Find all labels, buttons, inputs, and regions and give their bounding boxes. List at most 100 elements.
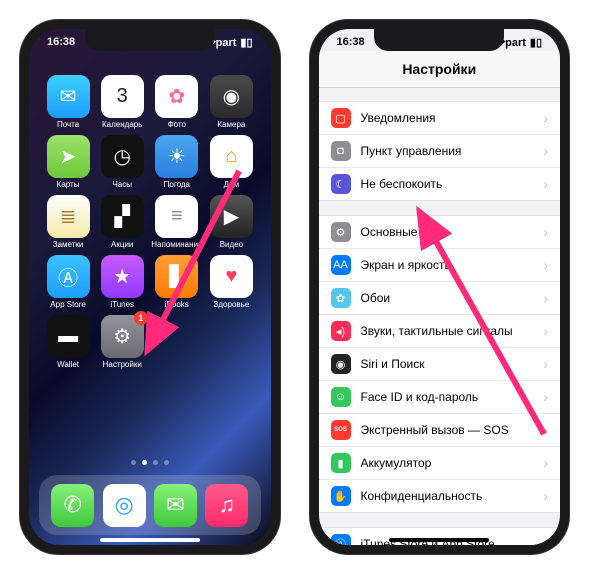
app-App Store[interactable]: ⒶApp Store [43, 255, 93, 309]
dock-phone[interactable]: ✆ [51, 484, 94, 527]
app-Настройки[interactable]: ⚙1Настройки [97, 315, 147, 369]
row-icon: ☾ [331, 174, 351, 194]
chevron-right-icon: › [543, 356, 548, 372]
app-label: Заметки [53, 240, 84, 249]
chevron-right-icon: › [543, 389, 548, 405]
chevron-right-icon: › [543, 110, 548, 126]
chevron-right-icon: › [543, 488, 548, 504]
app-label: Часы [112, 180, 132, 189]
row-icon: ◂) [331, 321, 351, 341]
chevron-right-icon: › [543, 536, 548, 545]
chevron-right-icon: › [543, 143, 548, 159]
row-icon: ✋ [331, 486, 351, 506]
app-Карты[interactable]: ➤Карты [43, 135, 93, 189]
app-Почта[interactable]: ✉Почта [43, 75, 93, 129]
row-icon: ☺ [331, 387, 351, 407]
app-label: Напоминания [151, 240, 202, 249]
app-icon: ☀ [155, 135, 198, 178]
settings-row-Звуки, тактильные сигналы[interactable]: ◂)Звуки, тактильные сигналы› [319, 315, 561, 348]
chevron-right-icon: › [543, 224, 548, 240]
app-Видео[interactable]: ▶Видео [206, 195, 256, 249]
app-icon: ➤ [47, 135, 90, 178]
row-icon: ▢ [331, 108, 351, 128]
app-label: Погода [164, 180, 190, 189]
app-label: Календарь [102, 120, 142, 129]
row-icon: Ⓐ [331, 534, 351, 545]
row-icon: ✿ [331, 288, 351, 308]
app-icon: ♥ [210, 255, 253, 298]
settings-row-Siri и Поиск[interactable]: ◉ Siri и Поиск› [319, 348, 561, 381]
dock-music[interactable]: ♫ [205, 484, 248, 527]
battery-icon: ▮▯ [530, 36, 542, 49]
app-icon: ≡ [155, 195, 198, 238]
settings-row-iTunes Store и App Store[interactable]: ⒶiTunes Store и App Store› [319, 528, 561, 545]
app-icon: 3 [101, 75, 144, 118]
dock: ✆◎✉♫ [39, 475, 261, 535]
app-Календарь[interactable]: 3 Календарь [97, 75, 147, 129]
home-indicator[interactable] [389, 538, 489, 542]
chevron-right-icon: › [543, 290, 548, 306]
app-label: Дом [224, 180, 239, 189]
app-iTunes[interactable]: ★iTunes [97, 255, 147, 309]
app-Wallet[interactable]: ▬Wallet [43, 315, 93, 369]
page-dots[interactable] [131, 460, 169, 465]
app-grid: ✉Почта3 Календарь ✿Фото◉ Камера ➤Карты◷ Часы ☀… [29, 65, 271, 369]
app-icon: ★ [101, 255, 144, 298]
row-icon: ▮ [331, 453, 351, 473]
app-Акции[interactable]: ▞Акции [97, 195, 147, 249]
settings-list[interactable]: ▢Уведомления›◘Пункт управления›☾Не беспо… [319, 87, 561, 545]
app-Камера[interactable]: ◉ Камера [206, 75, 256, 129]
settings-row-Face ID и код-пароль[interactable]: ☺Face ID и код-пароль› [319, 381, 561, 414]
settings-row-Конфиденциальность[interactable]: ✋ Конфиденциальность› [319, 480, 561, 512]
settings-row-Уведомления[interactable]: ▢Уведомления› [319, 102, 561, 135]
app-label: Настройки [103, 360, 142, 369]
phone-left: 16:38 ▮▮▮▯ �part ▮▯ ✉Почта3Календарь✿Фот… [20, 20, 280, 554]
dock-safari[interactable]: ◎ [103, 484, 146, 527]
chevron-right-icon: › [543, 422, 548, 438]
settings-row-Экстренный вызов — SOS[interactable]: SOSЭкстренный вызов — SOS› [319, 414, 561, 447]
app-label: App Store [50, 300, 86, 309]
settings-row-Основные[interactable]: ⚙ Основные› [319, 216, 561, 249]
settings-row-Не беспокоить[interactable]: ☾Не беспокоить› [319, 168, 561, 200]
row-label: Siri и Поиск [361, 357, 544, 371]
row-label: Основные [361, 225, 544, 239]
app-Фото[interactable]: ✿Фото [151, 75, 202, 129]
row-label: Обои [361, 291, 544, 305]
app-icon: ✿ [155, 75, 198, 118]
app-label: Камера [217, 120, 245, 129]
dock-messages[interactable]: ✉ [154, 484, 197, 527]
app-Напоминания[interactable]: ≡ Напоминания [151, 195, 202, 249]
settings-row-Аккумулятор[interactable]: ▮ Аккумулятор› [319, 447, 561, 480]
status-time: 16:38 [337, 36, 365, 48]
settings-group-3: ⒶiTunes Store и App Store›▬Wallet и Appl… [319, 527, 561, 545]
row-icon: ◉ [331, 354, 351, 374]
row-label: Экстренный вызов — SOS [361, 423, 544, 437]
chevron-right-icon: › [543, 323, 548, 339]
settings-row-Экран и яркость[interactable]: AAЭкран и яркость› [319, 249, 561, 282]
app-icon: ◷ [101, 135, 144, 178]
app-Здоровье[interactable]: ♥Здоровье [206, 255, 256, 309]
app-Погода[interactable]: ☀ Погода [151, 135, 202, 189]
row-label: Аккумулятор [361, 456, 544, 470]
settings-title: Настройки [319, 51, 561, 88]
settings-app: 16:38 ▮▮▮▯ �part ▮▯ Настройки ▢Уведомлен… [319, 29, 561, 545]
notch [85, 29, 215, 51]
settings-group-2: ⚙Основные›AAЭкран и яркость›✿Обои›◂)Звук… [319, 215, 561, 513]
app-Часы[interactable]: ◷ Часы [97, 135, 147, 189]
chevron-right-icon: › [543, 455, 548, 471]
app-icon: ▬ [47, 315, 90, 358]
app-Заметки[interactable]: ≣Заметки [43, 195, 93, 249]
app-iBooks[interactable]: ▋iBooks [151, 255, 202, 309]
settings-row-Обои[interactable]: ✿ Обои› [319, 282, 561, 315]
battery-icon: ▮▯ [240, 36, 252, 49]
app-Дом[interactable]: ⌂Дом [206, 135, 256, 189]
row-icon: ⚙ [331, 222, 351, 242]
row-label: Экран и яркость [361, 258, 544, 272]
row-label: Конфиденциальность [361, 489, 544, 503]
row-label: Пункт управления [361, 144, 544, 158]
home-indicator[interactable] [100, 538, 200, 542]
app-icon: ◉ [210, 75, 253, 118]
settings-group-1: ▢Уведомления›◘Пункт управления›☾Не беспо… [319, 101, 561, 201]
status-time: 16:38 [47, 36, 75, 48]
settings-row-Пункт управления[interactable]: ◘Пункт управления› [319, 135, 561, 168]
